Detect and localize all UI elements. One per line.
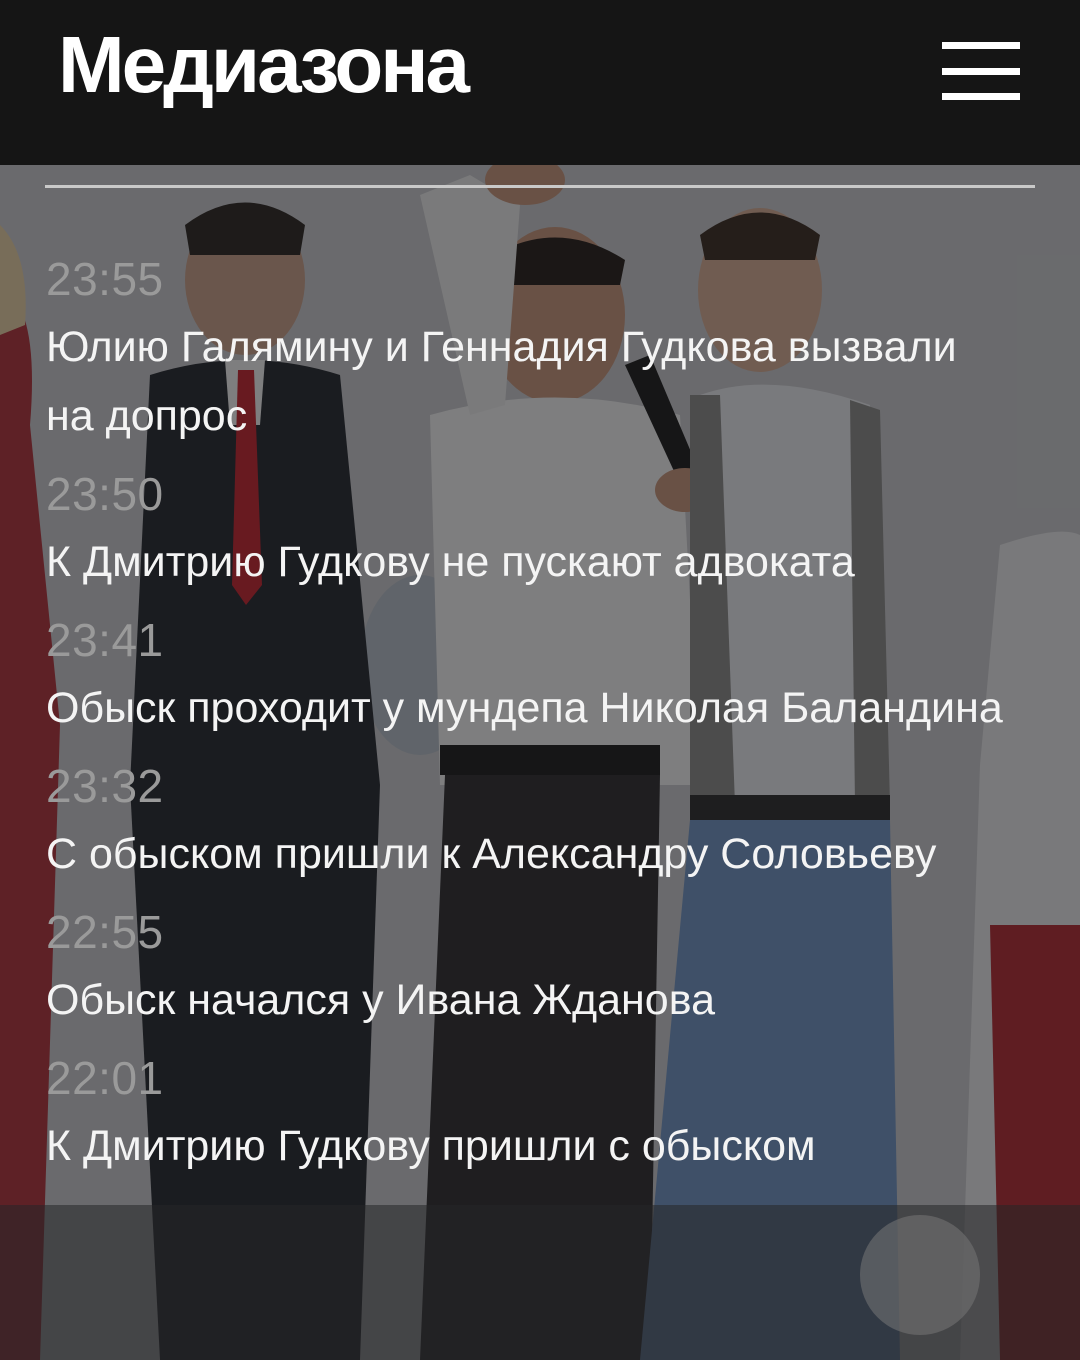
news-item[interactable]: 23:50 К Дмитрию Гудкову не пускают адвок…	[46, 460, 1036, 597]
news-time: 22:01	[46, 1052, 164, 1104]
site-logo[interactable]: Медиазона	[58, 20, 470, 110]
news-list: 23:55 Юлию Галямину и Геннадия Гудкова в…	[46, 245, 1036, 1190]
news-item[interactable]: 23:32 С обыском пришли к Александру Соло…	[46, 752, 1036, 889]
feed-divider	[45, 185, 1035, 188]
news-headline-link[interactable]: Обыск проходит у мундепа Николая Баланди…	[46, 674, 1036, 743]
news-item[interactable]: 23:55 Юлию Галямину и Геннадия Гудкова в…	[46, 245, 1036, 451]
news-time: 23:55	[46, 253, 164, 305]
news-item[interactable]: 22:55 Обыск начался у Ивана Жданова	[46, 898, 1036, 1035]
news-item[interactable]: 23:41 Обыск проходит у мундепа Николая Б…	[46, 606, 1036, 743]
news-time: 23:50	[46, 468, 164, 520]
news-item[interactable]: 22:01 К Дмитрию Гудкову пришли с обыском	[46, 1044, 1036, 1181]
news-headline-link[interactable]: К Дмитрию Гудкову пришли с обыском	[46, 1112, 1036, 1181]
menu-line	[942, 68, 1020, 75]
site-header: Медиазона	[0, 0, 1080, 165]
news-headline-link[interactable]: Юлию Галямину и Геннадия Гудкова вызвали…	[46, 313, 1036, 451]
news-time: 23:41	[46, 614, 164, 666]
news-headline-link[interactable]: С обыском пришли к Александру Соловьеву	[46, 820, 1036, 889]
news-time: 22:55	[46, 906, 164, 958]
news-headline-link[interactable]: К Дмитрию Гудкову не пускают адвоката	[46, 528, 1036, 597]
menu-line	[942, 42, 1020, 49]
page: Медиазона 23:55 Юлию Галямину и Геннадия…	[0, 0, 1080, 1360]
news-time: 23:32	[46, 760, 164, 812]
menu-line	[942, 93, 1020, 100]
news-headline-link[interactable]: Обыск начался у Ивана Жданова	[46, 966, 1036, 1035]
news-feed: 23:55 Юлию Галямину и Геннадия Гудкова в…	[0, 165, 1080, 1360]
hamburger-menu-icon[interactable]	[930, 30, 1032, 112]
